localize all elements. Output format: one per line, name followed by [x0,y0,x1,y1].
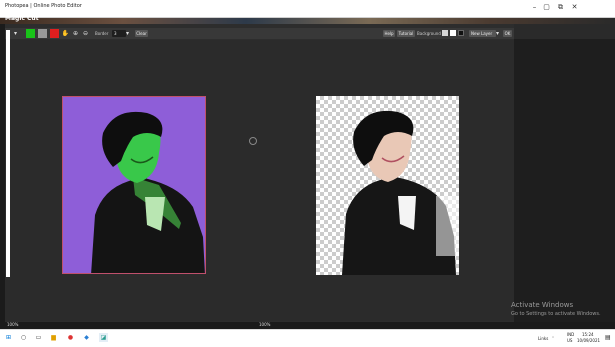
tray-links[interactable]: Links [538,336,548,341]
restore-icon[interactable]: ▢ [542,3,551,12]
activate-subtext: Go to Settings to activate Windows. [511,311,601,317]
brush-cursor [249,137,257,145]
ok-button[interactable]: OK [503,30,512,37]
taskbar [0,329,615,347]
minimize-icon[interactable]: – [530,3,539,12]
bg-option-white[interactable] [450,30,456,36]
tray-chevron-icon[interactable]: ˄ [552,336,554,341]
clock-time[interactable]: 15:24 [582,332,594,337]
bg-option-black[interactable] [458,30,464,36]
notifications-icon[interactable]: ▤ [605,334,611,341]
browser-icon[interactable]: ● [66,333,75,342]
window-titlebar: Photopea | Online Photo Editor – ▢ ⧉ ✕ [0,0,615,18]
window-title: Photopea | Online Photo Editor [5,3,82,9]
new-layer-select[interactable]: New Layer [469,30,496,37]
new-layer-dropdown-icon[interactable]: ▾ [493,29,502,38]
right-panel [514,24,615,322]
activate-windows-watermark: Activate Windows Go to Settings to activ… [511,301,601,317]
input-lang-top[interactable]: IND [567,332,574,337]
right-zoom-label: 100% [259,322,271,327]
tabs-icon[interactable]: ⧉ [556,3,565,12]
background-label: Background [417,31,441,36]
activate-heading: Activate Windows [511,301,574,309]
tutorial-button[interactable]: Tutorial [397,30,415,37]
border-dropdown-icon[interactable]: ▾ [123,29,132,38]
help-button[interactable]: Help [383,30,395,37]
close-icon[interactable]: ✕ [570,3,579,12]
hand-icon[interactable]: ✋ [61,29,70,38]
windows-start-icon[interactable]: ⊞ [4,333,13,342]
zoom-out-icon[interactable]: ⊖ [81,29,90,38]
unknown-swatch-gray[interactable] [38,29,47,38]
clear-button[interactable]: Clear [135,30,148,37]
person-cutout-illustration [342,110,459,275]
task-view-icon[interactable]: ▭ [34,333,43,342]
input-lang-bottom[interactable]: US [567,338,572,343]
person-marked-illustration [91,111,205,273]
result-preview-image [316,96,459,275]
bg-option-checker[interactable] [442,30,448,36]
photopea-app-icon[interactable]: ◪ [99,333,108,342]
right-panel-header [514,24,615,39]
background-photo-strip [0,17,615,24]
file-explorer-icon[interactable]: ▆ [49,333,58,342]
scroll-edge-bar [6,30,10,277]
search-icon[interactable]: ○ [19,333,28,342]
foreground-swatch-green[interactable] [26,29,35,38]
zoom-in-icon[interactable]: ⊕ [71,29,80,38]
border-label: Border [95,31,109,36]
source-image-marked[interactable] [62,96,206,274]
brush-dropdown-icon[interactable]: ▾ [11,29,20,38]
app-icon[interactable]: ◆ [82,333,91,342]
background-swatch-red[interactable] [50,29,59,38]
dialog-title: Magic Cut [5,15,39,22]
clock-date[interactable]: 10/09/2021 [577,338,600,343]
left-zoom-label: 100% [7,322,19,327]
